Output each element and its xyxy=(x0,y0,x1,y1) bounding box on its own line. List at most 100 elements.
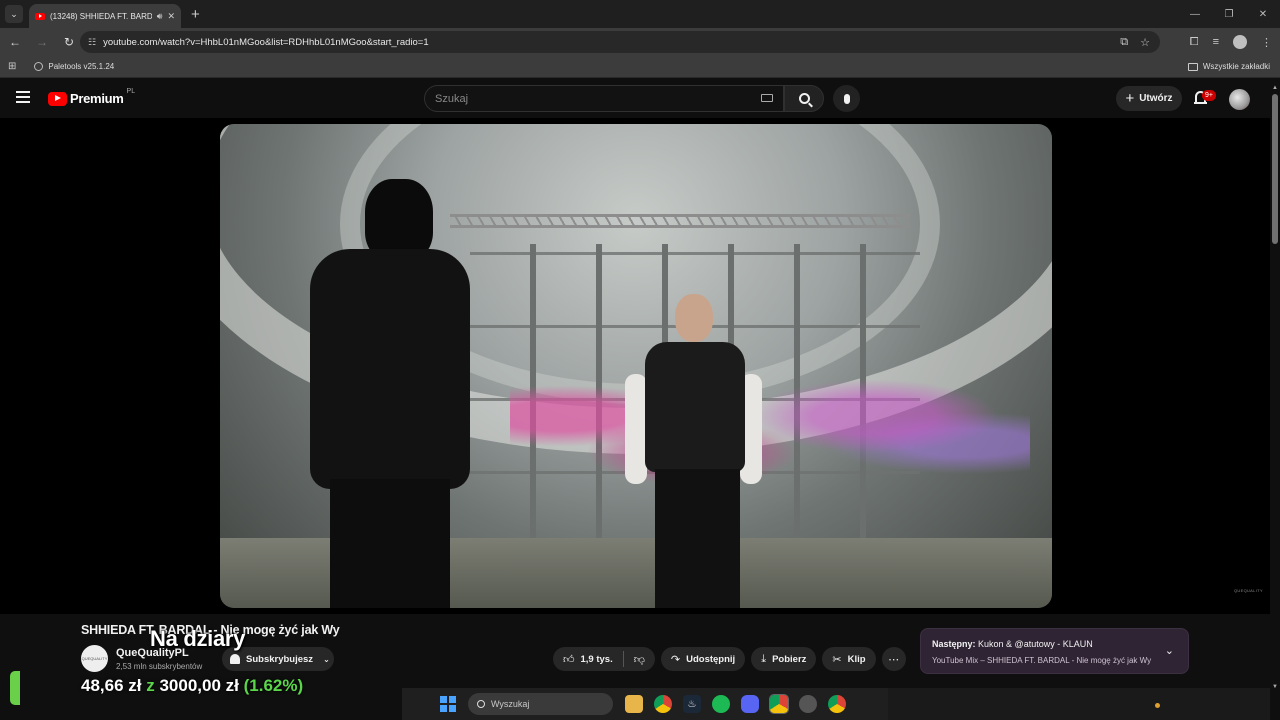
plus-icon: + xyxy=(1125,90,1135,107)
minimize-icon[interactable]: — xyxy=(1178,0,1212,28)
donation-progress-bar xyxy=(10,671,20,705)
like-button[interactable]: 👍︎ 1,9 tys. xyxy=(553,647,623,671)
taskbar-tray-area xyxy=(888,688,1270,720)
video-player[interactable] xyxy=(0,118,1270,614)
video-actions: 👍︎ 1,9 tys. 👎︎ ↷ Udostępnij ⤓ Pobierz ✂ … xyxy=(553,647,906,671)
clip-label: Klip xyxy=(847,653,866,665)
scroll-thumb[interactable] xyxy=(1272,94,1278,244)
keyboard-icon[interactable] xyxy=(761,94,773,102)
address-bar-row: ← → ↻ ☷ youtube.com/watch?v=HhbL01nMGoo&… xyxy=(0,28,1280,56)
all-bookmarks[interactable]: Wszystkie zakładki xyxy=(1187,62,1270,71)
taskbar-apps: ♨ xyxy=(625,694,846,714)
kebab-icon[interactable]: ⋮ xyxy=(1261,36,1272,49)
share-label: Udostępnij xyxy=(686,653,736,665)
apps-icon[interactable]: ⊞ xyxy=(8,61,16,72)
search-input[interactable]: Szukaj xyxy=(424,85,784,112)
youtube-logo[interactable]: Premium PL xyxy=(48,88,136,106)
logo-text: Premium xyxy=(70,91,124,106)
star-icon[interactable]: ☆ xyxy=(1140,36,1150,49)
spotify-icon[interactable] xyxy=(712,695,730,713)
donation-separator: z xyxy=(146,676,155,695)
file-explorer-icon[interactable] xyxy=(625,695,643,713)
media-icon[interactable]: ≡ xyxy=(1213,36,1219,48)
video-figure-rapper xyxy=(620,294,770,608)
search-placeholder: Szukaj xyxy=(435,92,469,105)
window-controls: — ❐ ✕ xyxy=(1178,0,1280,28)
youtube-header: Premium PL Szukaj + Utwórz xyxy=(0,80,1280,118)
taskbar-search-placeholder: Wyszukaj xyxy=(491,699,530,709)
omnibox-actions: ⧉ ☆ xyxy=(1120,36,1150,49)
subscribe-label: Subskrybujesz xyxy=(246,653,314,665)
mic-icon xyxy=(843,93,850,104)
scroll-up-icon[interactable]: ▲ xyxy=(1272,85,1278,91)
windows-taskbar: Wyszukaj ♨ xyxy=(402,688,888,720)
reload-icon[interactable]: ↻ xyxy=(57,30,81,54)
toolbar-right: ⧠ ≡ ⋮ xyxy=(1190,28,1272,56)
next-up-title: Kukon & @atutowy - KLAUN xyxy=(978,639,1093,649)
browser-tabbar: ⌄ (13248) SHHIEDA FT. BARD 🔊︎ ✕ + — ❐ ✕ xyxy=(0,0,1280,28)
tab-title: (13248) SHHIEDA FT. BARD xyxy=(50,11,152,21)
extensions-icon[interactable]: ⧠ xyxy=(1190,36,1199,49)
page-scrollbar[interactable]: ▲ ▼ xyxy=(1270,82,1280,692)
windows-start-icon[interactable] xyxy=(440,696,456,712)
bookmark-label: Paletools v25.1.24 xyxy=(48,62,115,71)
more-icon[interactable]: ⋯ xyxy=(881,647,906,671)
audio-icon[interactable]: 🔊︎ xyxy=(157,11,163,22)
all-bookmarks-label: Wszystkie zakładki xyxy=(1202,62,1270,71)
bookmark-paletools[interactable]: Paletools v25.1.24 xyxy=(34,62,114,71)
channel-avatar[interactable]: QUEQUALITY xyxy=(81,645,108,672)
taskbar-search[interactable]: Wyszukaj xyxy=(468,693,613,715)
download-button[interactable]: ⤓ Pobierz xyxy=(751,647,817,671)
close-icon[interactable]: ✕ xyxy=(167,11,175,22)
download-label: Pobierz xyxy=(772,653,807,665)
chrome-profile-icon[interactable] xyxy=(828,695,846,713)
create-button[interactable]: + Utwórz xyxy=(1116,86,1182,111)
app-icon[interactable] xyxy=(799,695,817,713)
share-button[interactable]: ↷ Udostępnij xyxy=(660,647,746,671)
donation-percent: (1.62%) xyxy=(243,676,304,695)
share-icon: ↷ xyxy=(670,653,681,666)
channel-subscribers: 2,53 mln subskrybentów xyxy=(116,662,203,671)
forward-icon[interactable]: → xyxy=(30,30,54,54)
url-omnibox[interactable]: ☷ youtube.com/watch?v=HhbL01nMGoo&list=R… xyxy=(80,31,1160,53)
search-button[interactable] xyxy=(784,85,824,112)
site-settings-icon[interactable]: ☷ xyxy=(88,37,96,48)
bookmarks-bar: ⊞ Paletools v25.1.24 Wszystkie zakładki xyxy=(0,56,1280,78)
menu-icon[interactable] xyxy=(16,91,30,103)
voice-search-button[interactable] xyxy=(833,85,860,112)
tab-list-icon[interactable]: ⌄ xyxy=(5,5,23,23)
discord-icon[interactable] xyxy=(741,695,759,713)
globe-icon xyxy=(34,62,44,71)
folder-icon xyxy=(1187,62,1198,71)
clip-button[interactable]: ✂ Klip xyxy=(822,647,876,671)
video-frame[interactable] xyxy=(220,124,1052,608)
video-watermark: QUEQUALITY xyxy=(1234,588,1263,593)
donation-goal: 3000,00 zł xyxy=(159,676,239,695)
dislike-button[interactable]: 👎︎ xyxy=(624,647,655,671)
next-up-card[interactable]: Następny: Kukon & @atutowy - KLAUN YouTu… xyxy=(920,628,1189,674)
profile-icon[interactable] xyxy=(1233,35,1247,49)
dislike-icon: 👎︎ xyxy=(633,653,645,666)
window-close-icon[interactable]: ✕ xyxy=(1246,0,1280,28)
next-up-subtitle: YouTube Mix – SHHIEDA FT. BARDAL - Nie m… xyxy=(932,656,1152,665)
avatar[interactable] xyxy=(1229,89,1250,110)
like-count: 1,9 tys. xyxy=(580,653,613,665)
download-icon: ⤓ xyxy=(761,652,767,665)
chrome-active-icon[interactable] xyxy=(769,694,789,714)
channel-avatar-text: QUEQUALITY xyxy=(81,656,108,661)
new-tab-icon[interactable]: + xyxy=(191,6,200,23)
youtube-logo-icon xyxy=(48,91,67,106)
like-dislike-group: 👍︎ 1,9 tys. 👎︎ xyxy=(553,647,655,671)
restore-icon[interactable]: ❐ xyxy=(1212,0,1246,28)
search-icon xyxy=(477,700,485,708)
back-icon[interactable]: ← xyxy=(3,30,27,54)
chevron-down-icon[interactable]: ⌄ xyxy=(1165,644,1174,657)
tray-indicator-icon xyxy=(1155,703,1160,708)
install-icon[interactable]: ⧉ xyxy=(1120,36,1128,49)
chrome-icon[interactable] xyxy=(654,695,672,713)
url-text: youtube.com/watch?v=HhbL01nMGoo&list=RDH… xyxy=(103,36,429,48)
steam-icon[interactable]: ♨ xyxy=(683,695,701,713)
browser-tab-youtube[interactable]: (13248) SHHIEDA FT. BARD 🔊︎ ✕ xyxy=(29,4,181,28)
scroll-down-icon[interactable]: ▼ xyxy=(1272,684,1278,690)
logo-country: PL xyxy=(126,88,136,95)
